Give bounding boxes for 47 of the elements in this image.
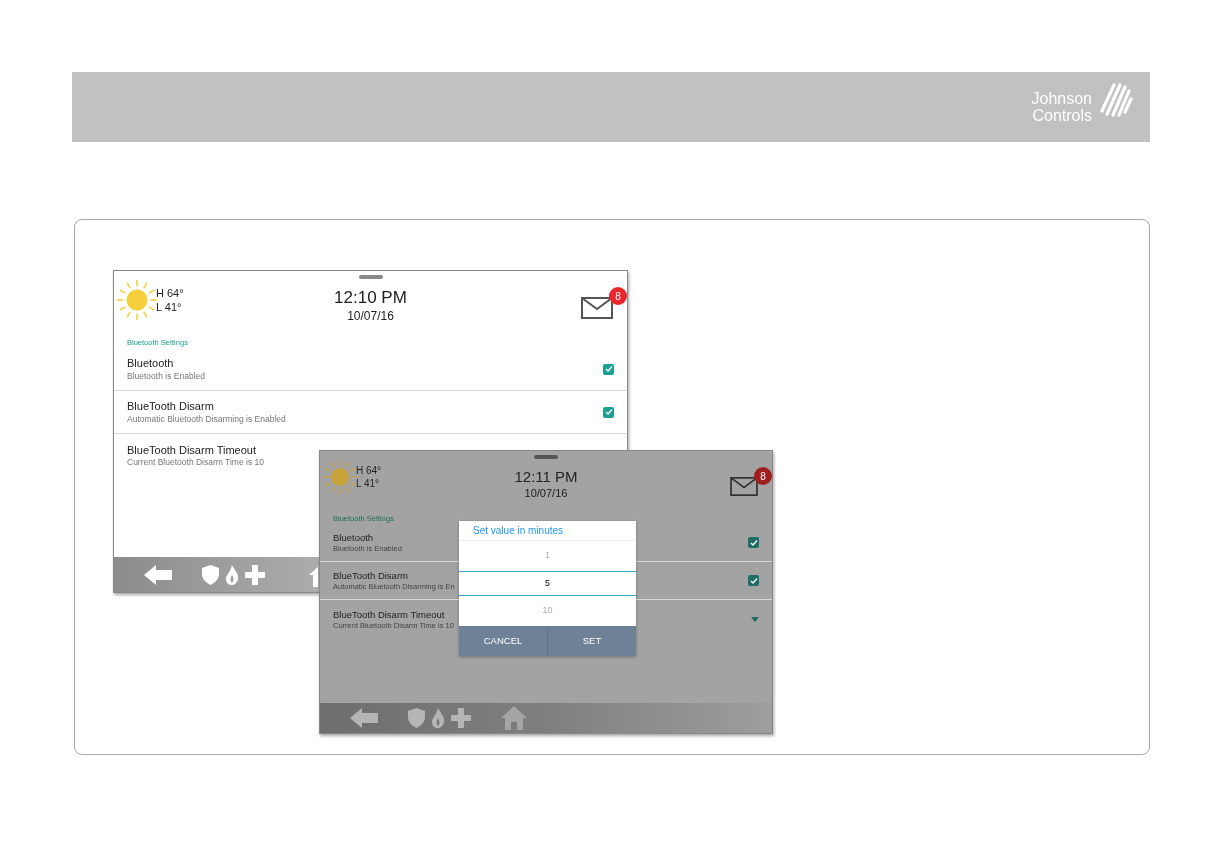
dialog-title: Set value in minutes [459, 521, 636, 541]
sun-icon [322, 459, 358, 495]
dropdown-arrow-icon[interactable] [751, 616, 759, 622]
shield-icon[interactable] [408, 708, 425, 728]
picker-value[interactable]: 10 [459, 596, 636, 626]
high-temperature: H 64° [156, 287, 184, 299]
shield-icon[interactable] [202, 564, 219, 585]
low-temperature: L 41° [356, 478, 381, 489]
date: 10/07/16 [347, 310, 394, 322]
logo-text: Controls [1032, 107, 1092, 124]
mail-icon[interactable] [581, 297, 613, 319]
picker-value[interactable]: 5 [459, 571, 636, 596]
checkbox[interactable] [603, 406, 614, 418]
back-arrow-icon[interactable] [144, 564, 172, 585]
logo-text: Johnson [1031, 90, 1092, 107]
back-arrow-icon[interactable] [350, 708, 378, 728]
setting-title: Bluetooth [127, 357, 175, 371]
mail-icon[interactable] [730, 477, 758, 496]
setting-title: Bluetooth [333, 532, 375, 544]
dialog-button[interactable]: CANCEL [459, 626, 547, 656]
picker-value[interactable]: 1 [459, 541, 636, 571]
drag-handle[interactable] [534, 455, 558, 459]
high-temperature: H 64° [356, 465, 382, 476]
date: 10/07/16 [524, 488, 568, 499]
plus-icon[interactable] [245, 564, 265, 585]
notification-badge: 8 [609, 287, 627, 305]
clock-time: 12:10 PM [334, 289, 407, 306]
notification-badge: 8 [754, 467, 772, 485]
sun-icon [116, 279, 158, 321]
setting-description: Automatic Bluetooth Disarming is Enabled [127, 413, 286, 425]
setting-title: BlueTooth Disarm [127, 400, 215, 414]
setting-title: BlueTooth Disarm Timeout [127, 443, 257, 458]
checkbox[interactable] [748, 575, 759, 587]
plus-icon[interactable] [451, 708, 471, 728]
setting-description: Bluetooth is Enabled [127, 370, 205, 382]
checkbox[interactable] [748, 537, 759, 549]
clock-time: 12:11 PM [514, 469, 578, 484]
flame-icon[interactable] [225, 564, 239, 585]
setting-title: BlueTooth Disarm Timeout [333, 608, 446, 621]
drag-handle[interactable] [358, 275, 383, 279]
setting-title: BlueTooth Disarm [333, 570, 409, 582]
dialog-button[interactable]: SET [547, 626, 636, 656]
logo-globe-icon [1098, 81, 1134, 119]
flame-icon[interactable] [431, 708, 445, 728]
checkbox[interactable] [603, 363, 614, 375]
setting-description: Current Bluetooth Disarm Time is 10 [127, 457, 264, 468]
low-temperature: L 41° [156, 301, 183, 313]
